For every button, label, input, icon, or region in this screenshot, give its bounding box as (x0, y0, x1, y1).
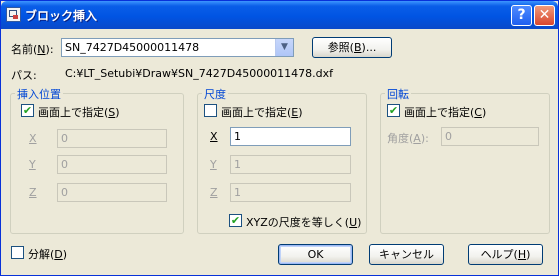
insertion-y-label: Y (29, 158, 36, 171)
check-icon: ✔ (388, 104, 399, 117)
close-button[interactable]: ✕ (534, 5, 555, 26)
name-label: 名前(N): (11, 43, 54, 56)
scale-x-field[interactable]: 1 (230, 127, 351, 146)
path-label: パス: (11, 69, 37, 82)
path-value: C:¥LT_Setubi¥Draw¥SN_7427D45000011478.dx… (65, 67, 334, 80)
ok-button[interactable]: OK (278, 244, 353, 265)
angle-field[interactable]: 0 (441, 127, 539, 146)
insertion-z-field[interactable]: 0 (57, 183, 167, 202)
title-bar[interactable]: ブロック挿入 ? ✕ (1, 1, 558, 29)
scale-y-field[interactable]: 1 (230, 155, 351, 174)
check-icon: ✔ (230, 214, 241, 227)
rotation-group-title: 回転 (385, 86, 411, 102)
scale-y-label: Y (210, 158, 217, 171)
explode-checkbox[interactable] (11, 246, 24, 259)
chevron-down-icon[interactable]: ▼ (275, 39, 293, 56)
rotation-onscreen-label: 画面上で指定(C) (404, 106, 487, 119)
title-help-button[interactable]: ? (511, 5, 532, 26)
name-combobox[interactable]: SN_7427D45000011478 ▼ (61, 38, 294, 57)
uniform-scale-checkbox[interactable]: ✔ (229, 214, 242, 227)
insertion-group-title: 挿入位置 (15, 86, 63, 102)
scale-onscreen-label: 画面上で指定(E) (221, 106, 303, 119)
rotation-group: 回転 ✔ 画面上で指定(C) 角度(A): 0 (380, 86, 550, 234)
help-button[interactable]: ヘルプ(H) (468, 244, 543, 265)
insertion-x-field[interactable]: 0 (57, 129, 167, 148)
cancel-button[interactable]: キャンセル (369, 244, 444, 265)
explode-label: 分解(D) (28, 248, 68, 261)
scale-onscreen-checkbox[interactable] (204, 104, 217, 117)
scale-z-field[interactable]: 1 (230, 183, 351, 202)
scale-group-title: 尺度 (202, 86, 228, 102)
insertion-y-field[interactable]: 0 (57, 155, 167, 174)
scale-group: 尺度 画面上で指定(E) X 1 Y 1 Z 1 ✔ XYZの尺度を等しく(U) (197, 86, 367, 234)
app-icon (6, 7, 21, 22)
scale-x-label: X (210, 130, 218, 143)
rotation-onscreen-checkbox[interactable]: ✔ (387, 104, 400, 117)
check-icon: ✔ (22, 104, 33, 117)
insertion-onscreen-checkbox[interactable]: ✔ (21, 104, 34, 117)
insertion-onscreen-label: 画面上で指定(S) (38, 106, 120, 119)
insertion-x-label: X (29, 132, 37, 145)
insertion-z-label: Z (29, 186, 37, 199)
window-title: ブロック挿入 (25, 9, 98, 23)
name-value: SN_7427D45000011478 (65, 41, 200, 54)
uniform-scale-label: XYZの尺度を等しく(U) (246, 216, 362, 229)
insert-block-dialog: ブロック挿入 ? ✕ 名前(N): SN_7427D45000011478 ▼ … (0, 0, 559, 276)
insertion-point-group: 挿入位置 ✔ 画面上で指定(S) X 0 Y 0 Z 0 (10, 86, 184, 234)
scale-z-label: Z (210, 186, 218, 199)
angle-label: 角度(A): (387, 132, 429, 145)
browse-button[interactable]: 参照(B)... (312, 37, 392, 58)
